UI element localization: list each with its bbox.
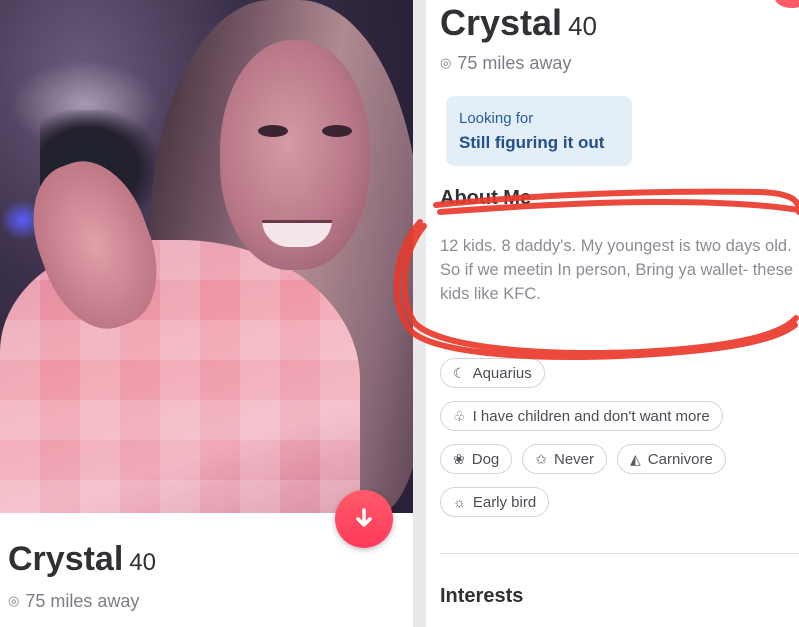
- right-profile-details: Crystal 40 ◎ 75 miles away Looking for Sti…: [426, 0, 799, 627]
- profile-name: Crystal: [8, 540, 124, 578]
- profile-name: Crystal: [440, 2, 563, 43]
- right-name-row: Crystal 40: [440, 2, 597, 44]
- accent-dot: [775, 0, 799, 8]
- profile-distance: ◎ 75 miles away: [440, 53, 571, 74]
- arrow-down-icon: [356, 508, 372, 527]
- about-line: 12 kids. 8 daddy's. My youngest is two d…: [440, 237, 792, 255]
- looking-for-card: Looking for Still figuring it out: [446, 96, 632, 166]
- profile-photo[interactable]: [0, 0, 413, 513]
- about-me-text: 12 kids. 8 daddy's. My youngest is two d…: [440, 234, 799, 306]
- chip-label: Carnivore: [647, 450, 713, 468]
- chip-label: I have children and don't want more: [472, 407, 710, 425]
- profile-distance: ◎ 75 miles away: [8, 591, 139, 612]
- sparkle-icon: ✩: [535, 450, 547, 467]
- photo-eye: [258, 125, 288, 137]
- about-me-heading: About Me: [440, 187, 532, 209]
- photo-eye: [322, 125, 352, 137]
- distance-text: 75 miles away: [25, 591, 140, 611]
- chip-sleep: ☼ Early bird: [440, 487, 550, 517]
- paw-icon: ❀: [453, 450, 465, 467]
- baby-icon: ♧: [453, 407, 466, 424]
- looking-for-label: Looking for: [459, 110, 534, 127]
- chip-diet: ◭ Carnivore: [617, 444, 726, 474]
- utensils-icon: ◭: [630, 450, 641, 467]
- looking-for-value: Still figuring it out: [459, 133, 605, 152]
- moon-icon: ☾: [453, 364, 466, 381]
- chip-label: Never: [554, 450, 595, 468]
- chip-drinking: ✩ Never: [522, 444, 608, 474]
- section-divider: [440, 553, 799, 554]
- chip-pets: ❀ Dog: [440, 444, 513, 474]
- chip-children: ♧ I have children and don't want more: [440, 401, 723, 431]
- chip-label: Aquarius: [472, 364, 532, 382]
- sunrise-icon: ☼: [453, 494, 466, 510]
- chip-label: Dog: [471, 450, 500, 468]
- about-line: So if we meetin In person, Bring ya wall…: [440, 261, 794, 303]
- profile-chips: ☾ Aquarius ♧ I have children and don't wan…: [440, 358, 799, 530]
- collapse-profile-button[interactable]: [335, 490, 393, 548]
- chip-zodiac: ☾ Aquarius: [440, 358, 545, 388]
- distance-text: 75 miles away: [457, 53, 572, 73]
- left-name-row: Crystal 40: [8, 540, 156, 579]
- left-profile-card: Crystal 40 ◎ 75 miles away: [0, 0, 413, 627]
- location-pin-icon: ◎: [8, 593, 20, 608]
- chip-label: Early bird: [472, 493, 537, 511]
- profile-age: 40: [129, 549, 156, 576]
- profile-age: 40: [568, 11, 597, 41]
- interests-heading: Interests: [440, 585, 524, 607]
- location-pin-icon: ◎: [440, 55, 452, 70]
